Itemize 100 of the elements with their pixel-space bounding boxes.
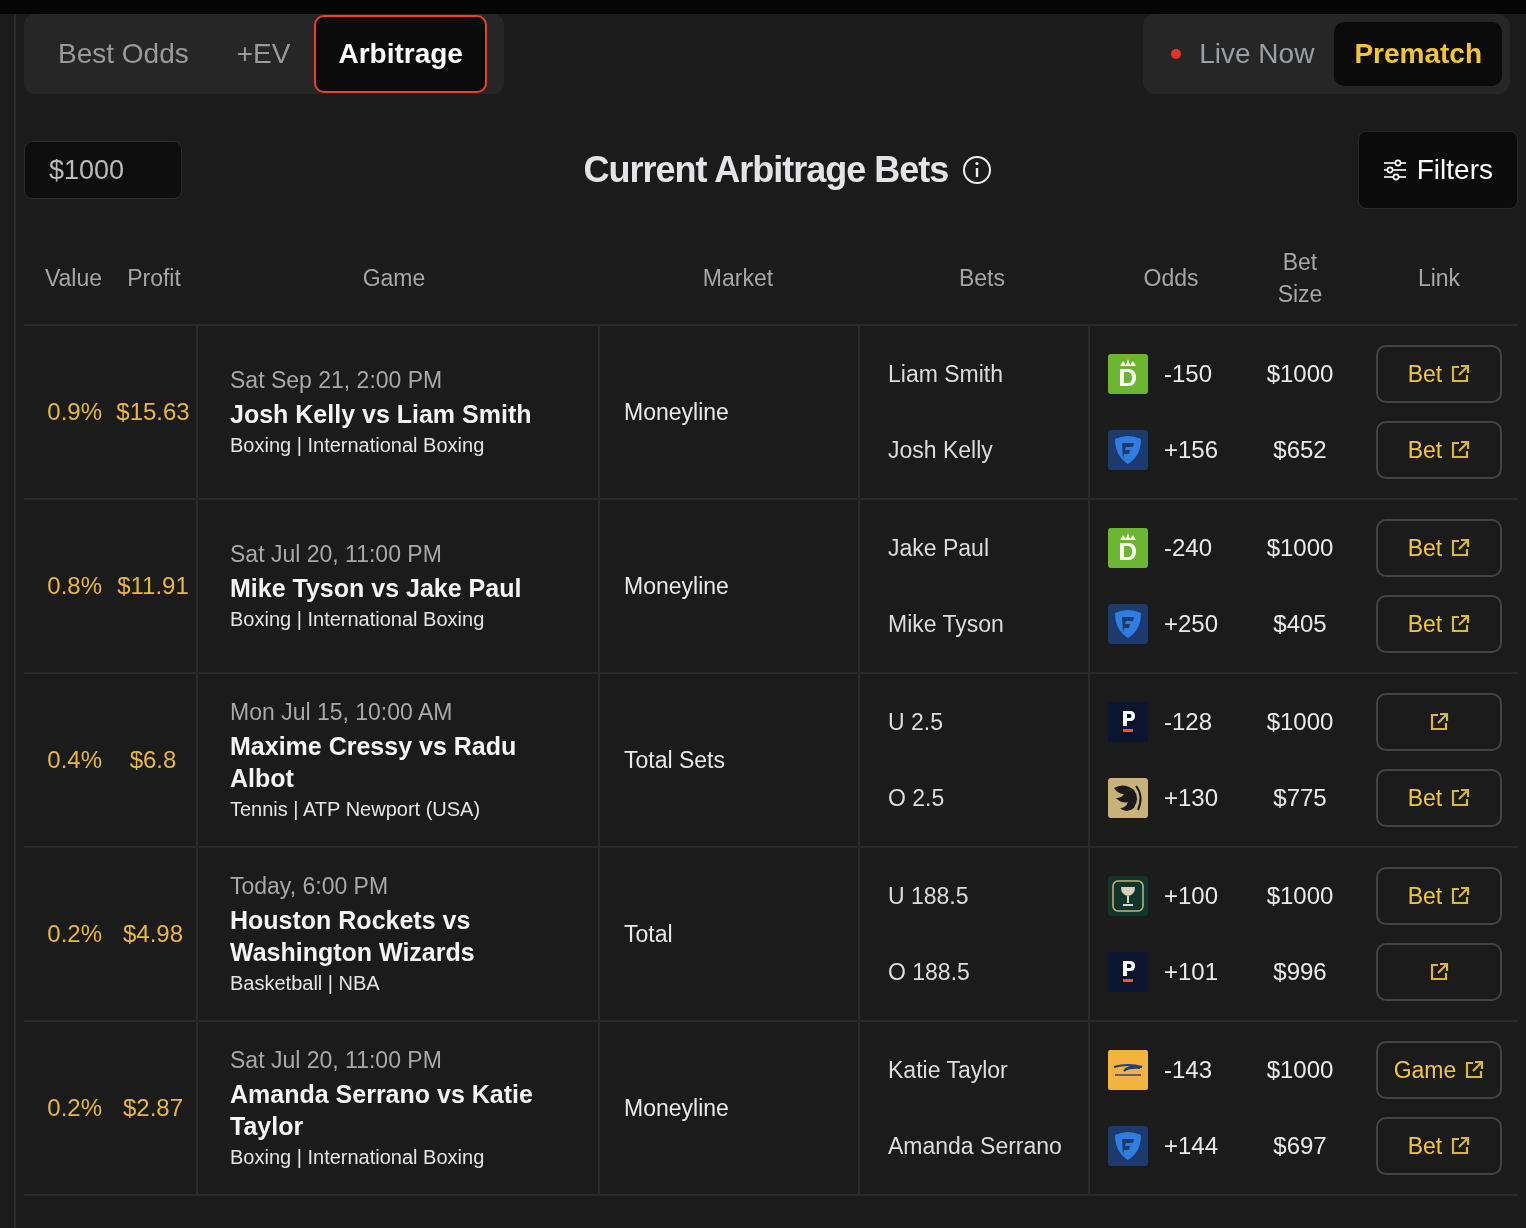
bet-name: Amanda Serrano — [888, 1131, 1063, 1161]
market-cell: Total — [598, 848, 858, 1020]
column-header: Bets — [958, 264, 1006, 292]
profit-cell: $4.98 — [110, 848, 198, 1020]
external-link-icon — [1450, 886, 1471, 906]
bet-name: O 188.5 — [888, 957, 971, 987]
filters-button[interactable]: Filters — [1357, 131, 1518, 209]
value-cell-text: 0.2% — [46, 1093, 103, 1123]
bet-size: $405 — [1272, 609, 1328, 639]
odds-value: -128 — [1164, 708, 1213, 736]
bet-size: $1000 — [1265, 359, 1335, 389]
market-cell: Moneyline — [598, 1022, 858, 1194]
sportsbook-logo-icon — [1108, 778, 1148, 818]
column-header: Profit — [126, 264, 182, 292]
game-time: Sat Jul 20, 11:00 PM — [230, 1047, 442, 1074]
value-cell-text: 0.2% — [46, 919, 103, 949]
bet-link-button[interactable]: Bet — [1376, 867, 1502, 925]
external-link-icon — [1429, 962, 1449, 982]
column-header: Odds — [1142, 264, 1200, 292]
bet-size: $1000 — [1265, 881, 1335, 911]
game-name: Mike Tyson vs Jake Paul — [230, 573, 522, 604]
bet-name: O 2.5 — [888, 783, 946, 813]
market-cell: Total Sets — [598, 674, 858, 846]
bet-name: U 2.5 — [888, 707, 944, 737]
sportsbook-logo-icon — [1108, 702, 1148, 742]
bet-link-button[interactable] — [1376, 693, 1502, 751]
mode-tab[interactable]: Live Now — [1151, 22, 1335, 86]
sportsbook-logo-icon — [1108, 430, 1148, 470]
column-header: Game — [361, 264, 427, 292]
bet-name: U 188.5 — [888, 881, 970, 911]
league-label: Boxing | International Boxing — [230, 434, 485, 457]
external-link-icon — [1450, 614, 1471, 634]
bet-size: $1000 — [1265, 707, 1335, 737]
sliders-icon — [1382, 159, 1407, 181]
bet-size: $697 — [1272, 1131, 1328, 1161]
bet-size: $775 — [1272, 783, 1328, 813]
external-link-icon — [1429, 712, 1449, 732]
game-name: Houston Rockets vs Washington Wizards — [230, 905, 476, 968]
odds-value: +156 — [1164, 436, 1219, 464]
bet-size: $1000 — [1265, 533, 1335, 563]
sportsbook-logo-icon — [1108, 1050, 1148, 1090]
game-time: Mon Jul 15, 10:00 AM — [230, 699, 453, 726]
odds-value: +144 — [1164, 1132, 1219, 1160]
league-label: Basketball | NBA — [230, 972, 380, 995]
profit-cell: $6.8 — [110, 674, 198, 846]
bet-link-button[interactable]: Bet — [1376, 345, 1502, 403]
value-cell-text: 0.8% — [46, 571, 103, 601]
external-link-icon — [1450, 440, 1471, 460]
column-header: Market — [701, 264, 775, 292]
sportsbook-logo-icon — [1108, 952, 1148, 992]
bet-size: $1000 — [1265, 1055, 1335, 1085]
odds-value: -143 — [1164, 1056, 1213, 1084]
column-header: Value — [43, 264, 103, 292]
bet-size: $996 — [1272, 957, 1328, 987]
external-link-icon — [1450, 538, 1471, 558]
bet-name: Jake Paul — [888, 533, 990, 563]
bet-name: Mike Tyson — [888, 609, 1005, 639]
tab[interactable]: Arbitrage — [314, 15, 487, 93]
info-icon[interactable] — [962, 155, 993, 185]
profit-cell: $11.91 — [110, 500, 198, 672]
odds-value: -150 — [1164, 360, 1213, 388]
market-cell: Moneyline — [598, 500, 858, 672]
bet-link-button[interactable]: Bet — [1376, 519, 1502, 577]
game-name: Josh Kelly vs Liam Smith — [230, 399, 532, 430]
sportsbook-logo-icon — [1108, 876, 1148, 916]
value-cell-text: 0.9% — [46, 397, 103, 427]
tab[interactable]: Best Odds — [34, 15, 213, 93]
game-name: Amanda Serrano vs Katie Taylor — [230, 1079, 534, 1142]
stake-input[interactable]: $1000 — [24, 141, 182, 199]
odds-value: +130 — [1164, 784, 1219, 812]
league-label: Tennis | ATP Newport (USA) — [230, 798, 481, 821]
bet-link-button[interactable] — [1376, 943, 1502, 1001]
bet-link-button[interactable]: Bet — [1376, 421, 1502, 479]
tab[interactable]: +EV — [212, 15, 315, 93]
external-link-icon — [1450, 364, 1471, 384]
column-header: Link — [1416, 264, 1462, 292]
league-label: Boxing | International Boxing — [230, 1146, 485, 1169]
sportsbook-logo-icon — [1108, 604, 1148, 644]
value-cell-text: 0.4% — [46, 745, 103, 775]
bet-link-button[interactable]: Bet — [1376, 769, 1502, 827]
external-link-icon — [1450, 1136, 1471, 1156]
bet-link-button[interactable]: Game — [1376, 1041, 1502, 1099]
profit-cell: $15.63 — [110, 326, 198, 498]
sportsbook-logo-icon — [1108, 1126, 1148, 1166]
bet-name: Liam Smith — [888, 359, 1005, 389]
column-header: Bet Size — [1276, 248, 1324, 309]
odds-value: +101 — [1164, 958, 1219, 986]
market-cell: Moneyline — [598, 326, 858, 498]
bet-link-button[interactable]: Bet — [1376, 595, 1502, 653]
mode-tab[interactable]: Prematch — [1334, 22, 1502, 86]
odds-value: -240 — [1164, 534, 1213, 562]
league-label: Boxing | International Boxing — [230, 608, 485, 631]
bet-link-button[interactable]: Bet — [1376, 1117, 1502, 1175]
external-link-icon — [1464, 1060, 1485, 1080]
game-time: Sat Sep 21, 2:00 PM — [230, 367, 443, 394]
profit-cell: $2.87 — [110, 1022, 198, 1194]
odds-value: +100 — [1164, 882, 1219, 910]
bet-size: $652 — [1272, 435, 1328, 465]
game-time: Today, 6:00 PM — [230, 873, 389, 900]
page-title: Current Arbitrage Bets — [583, 149, 949, 191]
